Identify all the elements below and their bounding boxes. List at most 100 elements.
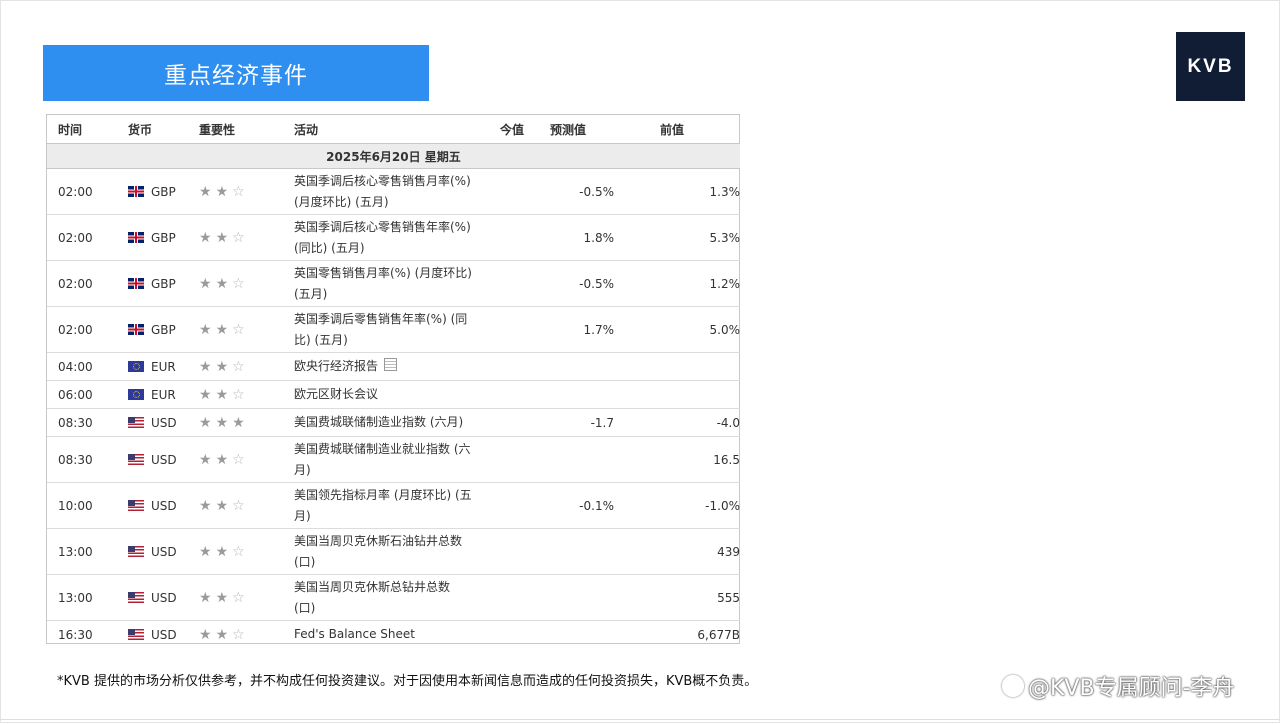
row-actual	[500, 528, 550, 575]
event-text: 英国季调后零售销售年率(%) (同 比) (五月)	[294, 311, 468, 347]
star-filled-icon: ★	[215, 229, 233, 246]
row-forecast	[550, 574, 630, 621]
row-forecast	[550, 352, 630, 381]
currency-code: USD	[151, 452, 177, 467]
row-forecast	[550, 621, 630, 649]
star-filled-icon: ★	[199, 589, 216, 606]
row-time: 02:00	[47, 260, 128, 307]
star-empty-icon: ☆	[232, 451, 249, 468]
row-event: Fed's Balance Sheet	[294, 621, 500, 649]
row-previous: 5.0%	[630, 306, 740, 353]
row-actual	[500, 306, 550, 353]
row-importance: ★★☆	[199, 436, 294, 483]
uk-flag-icon	[128, 323, 144, 335]
row-event: 欧央行经济报告	[294, 352, 500, 381]
row-forecast: -0.5%	[550, 260, 630, 307]
table-row: 02:00 GBP ★★☆ 英国季调后核心零售销售年率(%) (同比) (五月) 1.8%…	[47, 214, 740, 261]
us-flag-icon	[128, 416, 144, 428]
header-time: 时间	[58, 122, 83, 137]
currency-code: GBP	[151, 184, 176, 199]
row-currency: USD	[128, 574, 199, 621]
star-empty-icon: ☆	[232, 183, 249, 200]
row-previous: 16.5	[630, 436, 740, 483]
row-currency: USD	[128, 408, 199, 437]
economic-calendar-table: 时间 货币 重要性 活动 今值 预测值 前值 2025年6月20日 星期五 02…	[46, 114, 740, 644]
row-currency: GBP	[128, 260, 199, 307]
star-filled-icon: ★	[199, 358, 216, 375]
row-actual	[500, 574, 550, 621]
event-text: 英国季调后核心零售销售年率(%) (同比) (五月)	[294, 219, 471, 255]
star-filled-icon: ★	[199, 497, 216, 514]
eu-flag-icon	[128, 388, 144, 400]
row-time: 08:30	[47, 436, 128, 483]
row-time: 16:30	[58, 627, 93, 642]
row-forecast	[550, 380, 630, 409]
kvb-logo: KVB	[1176, 32, 1245, 101]
row-event: 英国季调后核心零售销售年率(%) (同比) (五月)	[294, 214, 500, 261]
star-filled-icon: ★	[199, 626, 216, 643]
row-previous: 555	[630, 574, 740, 621]
row-event: 英国零售销售月率(%) (月度环比) (五月)	[294, 260, 500, 307]
row-importance: ★★☆	[199, 574, 294, 621]
star-filled-icon: ★	[215, 497, 233, 514]
row-importance: ★★☆	[199, 621, 294, 649]
row-event: 美国费城联储制造业就业指数 (六 月)	[294, 436, 500, 483]
row-previous: 5.3%	[630, 214, 740, 261]
date-row: 2025年6月20日 星期五	[47, 143, 740, 169]
row-currency: GBP	[128, 168, 199, 215]
star-filled-icon: ★	[199, 451, 216, 468]
row-actual	[500, 408, 550, 437]
table-row: 02:00 GBP ★★☆ 英国季调后零售销售年率(%) (同 比) (五月) 1.7% 5…	[47, 306, 740, 353]
header-actual: 今值	[500, 122, 525, 137]
row-importance: ★★★	[199, 408, 294, 437]
star-filled-icon: ★	[199, 414, 216, 431]
event-text: 英国零售销售月率(%) (月度环比) (五月)	[294, 265, 472, 301]
uk-flag-icon	[128, 277, 144, 289]
row-previous: 1.2%	[630, 260, 740, 307]
row-importance: ★★☆	[199, 352, 294, 381]
star-filled-icon: ★	[215, 543, 233, 560]
table-row: 08:30 USD ★★☆ 美国费城联储制造业就业指数 (六 月) 16.5	[47, 436, 740, 483]
row-actual	[500, 260, 550, 307]
header-currency: 货币	[128, 122, 153, 137]
star-filled-icon: ★	[215, 386, 233, 403]
row-importance: ★★☆	[199, 528, 294, 575]
row-forecast	[550, 528, 630, 575]
row-time: 02:00	[47, 306, 128, 353]
row-currency: GBP	[128, 306, 199, 353]
row-importance: ★★☆	[199, 168, 294, 215]
row-previous	[630, 380, 740, 409]
star-filled-icon: ★	[215, 626, 233, 643]
row-event: 美国当周贝克休斯石油钻井总数 (口)	[294, 528, 500, 575]
currency-code: USD	[151, 544, 177, 559]
header-importance: 重要性	[199, 122, 236, 137]
row-previous: -1.0%	[630, 482, 740, 529]
row-event: 美国领先指标月率 (月度环比) (五 月)	[294, 482, 500, 529]
row-importance: ★★☆	[199, 306, 294, 353]
report-icon[interactable]	[384, 358, 398, 371]
star-filled-icon: ★	[199, 229, 216, 246]
row-time: 04:00	[47, 352, 128, 381]
event-text: 欧央行经济报告	[294, 356, 500, 377]
star-filled-icon: ★	[232, 414, 249, 431]
table-row: 06:00 EUR ★★☆ 欧元区财长会议	[47, 380, 740, 409]
row-forecast: -0.1%	[550, 482, 630, 529]
row-forecast: 1.7%	[550, 306, 630, 353]
row-currency: USD	[128, 482, 199, 529]
star-empty-icon: ☆	[232, 589, 249, 606]
row-currency: USD	[128, 436, 199, 483]
us-flag-icon	[128, 545, 144, 557]
star-filled-icon: ★	[215, 275, 233, 292]
currency-code: USD	[151, 590, 177, 605]
row-previous: 439	[630, 528, 740, 575]
event-text: 英国季调后核心零售销售月率(%) (月度环比) (五月)	[294, 173, 471, 209]
weibo-icon	[1002, 675, 1024, 697]
row-previous	[630, 352, 740, 381]
row-currency: GBP	[128, 214, 199, 261]
star-empty-icon: ☆	[232, 543, 249, 560]
event-text: 欧元区财长会议	[294, 387, 379, 401]
currency-code: GBP	[151, 276, 176, 291]
currency-code: USD	[151, 415, 177, 430]
header-event: 活动	[294, 122, 319, 137]
event-text: 美国当周贝克休斯总钻井总数 (口)	[294, 579, 451, 615]
